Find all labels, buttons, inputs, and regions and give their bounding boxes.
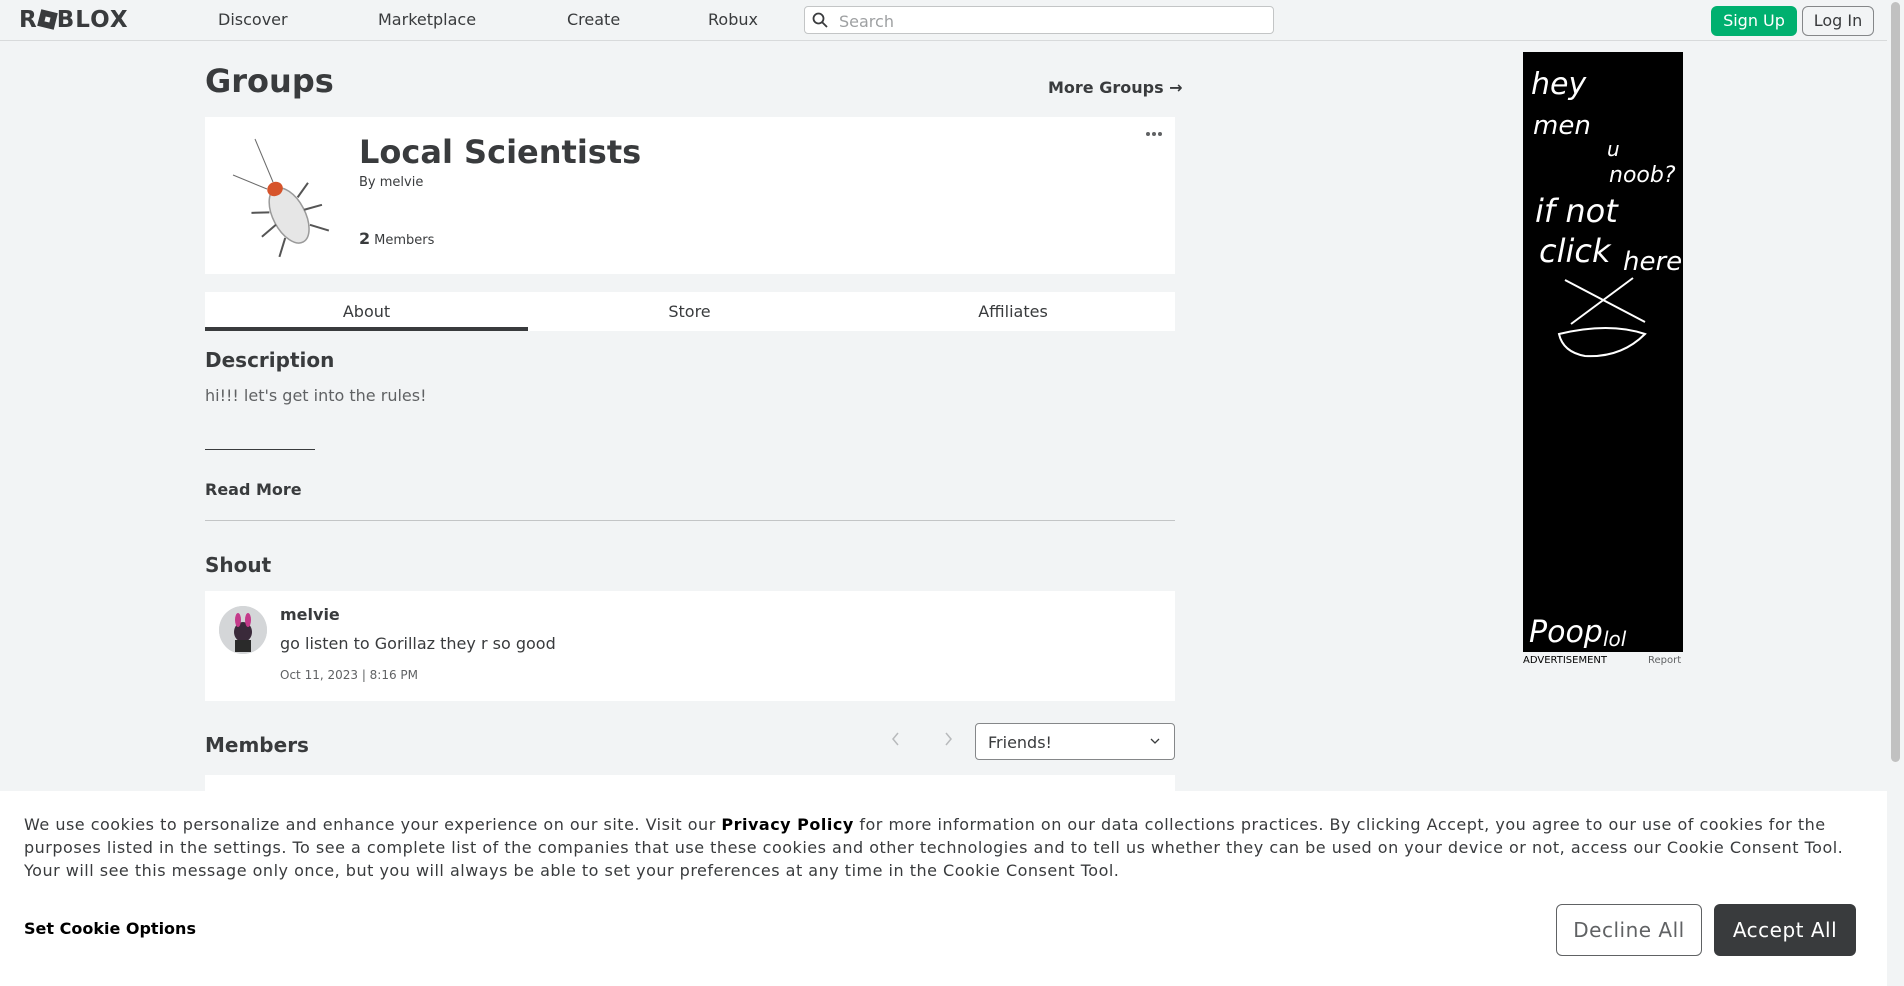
ad-text-click: click [1539, 232, 1612, 270]
nav-discover[interactable]: Discover [218, 0, 288, 40]
search-input[interactable] [837, 9, 1261, 33]
ad-text-here: here [1623, 247, 1682, 277]
ad-text-if-not: if not [1535, 192, 1619, 230]
avatar-figure-icon [219, 606, 267, 654]
top-navigation-bar: R BLOX Discover Marketplace Create Robux … [0, 0, 1887, 41]
page-scrollbar[interactable] [1887, 0, 1904, 986]
ad-text-noob: noob? [1609, 163, 1676, 188]
read-more-button[interactable]: Read More [205, 480, 302, 499]
chevron-right-icon[interactable] [940, 730, 956, 748]
shout-title: Shout [205, 553, 272, 577]
dropdown-selected-value: Friends! [988, 733, 1052, 752]
shout-author-name[interactable]: melvie [280, 605, 340, 624]
shout-author-avatar[interactable] [219, 606, 267, 654]
privacy-policy-link[interactable]: Privacy Policy [721, 815, 853, 834]
member-count-number: 2 [359, 229, 371, 248]
description-title: Description [205, 348, 335, 372]
members-title: Members [205, 733, 309, 757]
search-icon [812, 12, 828, 28]
ad-report-link[interactable]: Report [1648, 655, 1681, 666]
more-groups-link[interactable]: More Groups → [1048, 78, 1183, 97]
group-name: Local Scientists [359, 133, 642, 171]
shout-message: go listen to Gorillaz they r so good [280, 634, 556, 653]
ad-text-u: u [1607, 137, 1620, 161]
advertisement-label: ADVERTISEMENT [1523, 655, 1608, 666]
tab-about[interactable]: About [205, 292, 528, 331]
owner-prefix: By [359, 175, 376, 190]
roblox-logo[interactable]: R BLOX [19, 8, 129, 32]
advertisement-banner[interactable]: hey men u noob? if not click here Poop l… [1523, 52, 1683, 652]
decline-all-button[interactable]: Decline All [1556, 904, 1702, 956]
nav-marketplace[interactable]: Marketplace [378, 0, 476, 40]
ad-text-poop: Poop [1529, 615, 1603, 650]
more-options-icon[interactable] [1145, 131, 1163, 137]
accept-all-button[interactable]: Accept All [1714, 904, 1856, 956]
scrollbar-thumb[interactable] [1891, 2, 1900, 762]
nav-robux[interactable]: Robux [708, 0, 758, 40]
group-tabs: About Store Affiliates [205, 292, 1175, 331]
nav-create[interactable]: Create [567, 0, 620, 40]
roblox-logo-o-icon [36, 9, 58, 30]
ad-text-men: men [1533, 111, 1591, 141]
members-role-dropdown[interactable]: Friends! [975, 723, 1175, 760]
group-owner-line: By melvie [359, 175, 423, 190]
cookie-text-intro: We use cookies to personalize and enhanc… [24, 815, 722, 834]
chevron-left-icon[interactable] [888, 730, 904, 748]
shout-timestamp: Oct 11, 2023 | 8:16 PM [280, 668, 419, 682]
page-title: Groups [205, 62, 334, 100]
sign-up-button[interactable]: Sign Up [1711, 6, 1797, 36]
group-emblem-image[interactable] [215, 127, 355, 265]
ad-text-lol: lol [1603, 627, 1627, 651]
chevron-down-icon [1150, 738, 1160, 744]
section-divider [205, 520, 1175, 521]
cookie-consent-text: We use cookies to personalize and enhanc… [24, 813, 1854, 882]
description-separator [205, 449, 315, 450]
log-in-button[interactable]: Log In [1802, 6, 1874, 36]
set-cookie-options-link[interactable]: Set Cookie Options [24, 919, 196, 938]
group-header-card: Local Scientists By melvie 2 Members [205, 117, 1175, 274]
tab-affiliates[interactable]: Affiliates [851, 292, 1175, 331]
search-box[interactable] [804, 6, 1274, 34]
member-count-label: Members [374, 233, 435, 248]
ad-text-hey: hey [1531, 67, 1587, 102]
shout-card: melvie go listen to Gorillaz they r so g… [205, 591, 1175, 701]
tab-store[interactable]: Store [528, 292, 851, 331]
group-owner-link[interactable]: melvie [380, 175, 424, 190]
group-member-count: 2 Members [359, 229, 434, 248]
description-text: hi!!! let's get into the rules! [205, 386, 427, 405]
cookie-consent-banner: We use cookies to personalize and enhanc… [0, 791, 1887, 986]
